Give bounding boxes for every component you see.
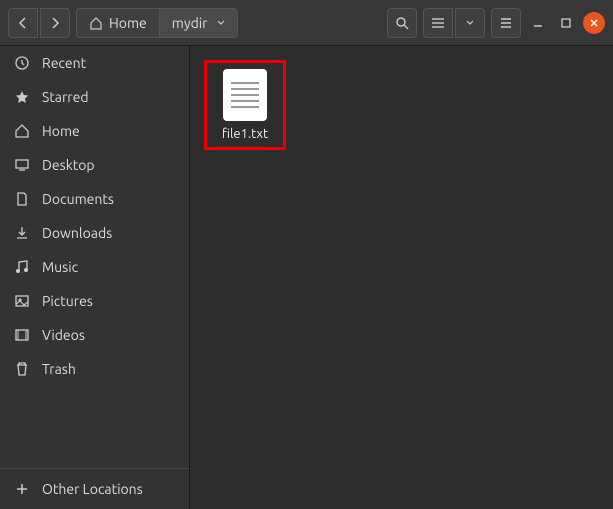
music-icon xyxy=(14,259,30,275)
text-file-icon xyxy=(223,69,267,121)
sidebar-item-downloads[interactable]: Downloads xyxy=(0,216,189,250)
sidebar-item-label: Downloads xyxy=(42,225,112,241)
plus-icon xyxy=(14,481,30,497)
file-label: file1.txt xyxy=(209,127,281,141)
hamburger-icon xyxy=(499,17,513,29)
sidebar-item-label: Videos xyxy=(42,327,85,343)
sidebar-item-pictures[interactable]: Pictures xyxy=(0,284,189,318)
sidebar-item-documents[interactable]: Documents xyxy=(0,182,189,216)
back-button[interactable] xyxy=(8,8,38,38)
breadcrumb-home[interactable]: Home xyxy=(77,9,160,37)
sidebar-item-label: Pictures xyxy=(42,293,93,309)
sidebar-item-label: Music xyxy=(42,259,78,275)
menu-button[interactable] xyxy=(491,8,521,38)
sidebar-item-label: Home xyxy=(42,123,80,139)
list-view-button[interactable] xyxy=(423,8,453,38)
sidebar-item-desktop[interactable]: Desktop xyxy=(0,148,189,182)
documents-icon xyxy=(14,191,30,207)
search-icon xyxy=(395,16,409,30)
pictures-icon xyxy=(14,293,30,309)
star-icon xyxy=(14,89,30,105)
trash-icon xyxy=(14,361,30,377)
file-item[interactable]: file1.txt xyxy=(204,60,286,150)
forward-button[interactable] xyxy=(40,8,70,38)
sidebar-item-videos[interactable]: Videos xyxy=(0,318,189,352)
maximize-button[interactable] xyxy=(555,12,577,34)
view-buttons xyxy=(423,8,485,38)
sidebar-item-label: Trash xyxy=(42,361,76,377)
list-icon xyxy=(431,17,445,29)
chevron-down-icon xyxy=(466,20,474,26)
sidebar-item-trash[interactable]: Trash xyxy=(0,352,189,386)
sidebar-item-recent[interactable]: Recent xyxy=(0,46,189,80)
search-button[interactable] xyxy=(387,8,417,38)
sidebar-other-locations[interactable]: Other Locations xyxy=(0,468,189,509)
sidebar-item-label: Desktop xyxy=(42,157,95,173)
downloads-icon xyxy=(14,225,30,241)
minimize-icon xyxy=(533,18,543,28)
maximize-icon xyxy=(561,18,571,28)
home-icon xyxy=(14,123,30,139)
chevron-left-icon xyxy=(18,17,28,29)
sidebar-item-starred[interactable]: Starred xyxy=(0,80,189,114)
clock-icon xyxy=(14,55,30,71)
desktop-icon xyxy=(14,157,30,173)
file-view[interactable]: file1.txt xyxy=(190,46,613,509)
sidebar-item-home[interactable]: Home xyxy=(0,114,189,148)
chevron-right-icon xyxy=(50,17,60,29)
view-dropdown-button[interactable] xyxy=(455,8,485,38)
close-button[interactable] xyxy=(583,12,605,34)
sidebar-item-label: Recent xyxy=(42,55,86,71)
sidebar: Recent Starred Home Desktop Documents Do… xyxy=(0,46,190,509)
minimize-button[interactable] xyxy=(527,12,549,34)
videos-icon xyxy=(14,327,30,343)
breadcrumb-current[interactable]: mydir xyxy=(160,9,238,37)
nav-buttons xyxy=(8,8,70,38)
breadcrumb: Home mydir xyxy=(76,8,238,38)
breadcrumb-current-label: mydir xyxy=(172,15,208,31)
home-icon xyxy=(89,16,103,30)
toolbar: Home mydir xyxy=(0,0,613,46)
sidebar-item-label: Starred xyxy=(42,89,89,105)
breadcrumb-home-label: Home xyxy=(109,15,147,31)
close-icon xyxy=(589,18,599,28)
sidebar-item-label: Documents xyxy=(42,191,114,207)
dropdown-icon xyxy=(217,20,225,26)
other-locations-label: Other Locations xyxy=(42,481,143,497)
sidebar-item-music[interactable]: Music xyxy=(0,250,189,284)
